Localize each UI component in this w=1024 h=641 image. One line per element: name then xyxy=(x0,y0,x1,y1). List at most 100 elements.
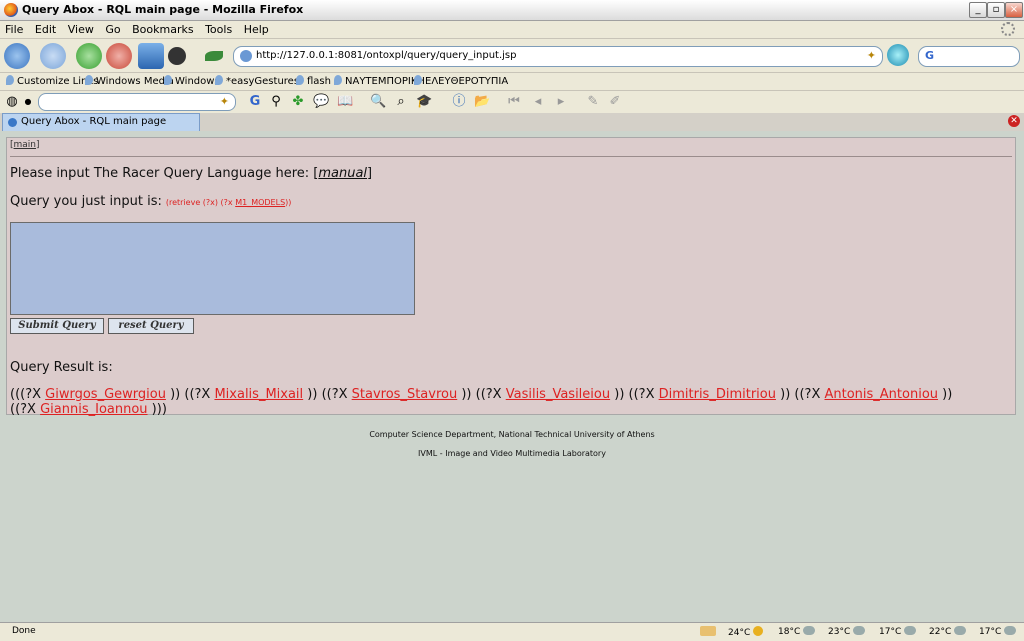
submit-query-button[interactable]: Submit Query xyxy=(10,318,104,334)
bookmark-label: flash xyxy=(307,76,331,87)
weather-temp: 17°C xyxy=(879,627,902,637)
result-prefix: ((?X xyxy=(471,387,506,402)
highlighter-icon[interactable]: ✎ xyxy=(585,94,601,110)
bookmark-windows[interactable]: Windows xyxy=(164,75,220,87)
throbber-icon xyxy=(1001,22,1015,36)
globe-icon[interactable] xyxy=(168,47,186,65)
menu-view[interactable]: View xyxy=(68,21,94,38)
close-tab-icon[interactable]: ✕ xyxy=(1008,115,1020,127)
weather-toggle-icon[interactable] xyxy=(700,626,716,636)
result-prefix: ((?X xyxy=(10,402,41,417)
tab-page-icon xyxy=(8,118,17,127)
bookmarks-toolbar: Customize Links Windows Media Windows *e… xyxy=(0,72,1024,90)
menu-bookmarks[interactable]: Bookmarks xyxy=(132,21,193,38)
result-link[interactable]: Antonis_Antoniou xyxy=(824,387,938,402)
bookmark-flash[interactable]: flash xyxy=(296,75,331,87)
menu-go[interactable]: Go xyxy=(105,21,120,38)
rain-cloud-icon xyxy=(954,626,967,635)
query-concept-link[interactable]: M1_MODELS xyxy=(235,198,285,207)
menu-file[interactable]: File xyxy=(5,21,23,38)
prev-icon[interactable]: ◂ xyxy=(530,94,546,110)
weather-night-2[interactable]: 17°C xyxy=(879,626,917,637)
leaf-icon[interactable] xyxy=(205,51,223,61)
go-button[interactable] xyxy=(887,44,909,66)
maximize-button[interactable]: ▫ xyxy=(987,2,1005,18)
result-link[interactable]: Giwrgos_Gewrgiou xyxy=(45,387,166,402)
result-suffix: )) xyxy=(303,387,318,402)
firefox-icon xyxy=(4,3,18,17)
result-link[interactable]: Giannis_Ioannou xyxy=(40,402,147,417)
result-heading: Query Result is: xyxy=(10,360,113,375)
result-prefix: (((?X xyxy=(10,387,46,402)
main-panel: [main] Please input The Racer Query Lang… xyxy=(6,137,1016,417)
query-label: Query you just input is: xyxy=(10,194,162,209)
reset-query-button[interactable]: reset Query xyxy=(108,318,194,334)
result-item: ((?X Mixalis_Mixail )) xyxy=(180,387,317,402)
next-icon[interactable]: ▸ xyxy=(553,94,569,110)
search-go-icon[interactable]: ✦ xyxy=(220,95,229,108)
query-post: )) xyxy=(285,198,292,207)
folder-icon[interactable]: 📂 xyxy=(474,94,490,110)
result-link[interactable]: Vasilis_Vasileiou xyxy=(506,387,610,402)
address-url[interactable]: http://127.0.0.1:8081/ontoxpl/query/quer… xyxy=(256,50,516,61)
menu-tools[interactable]: Tools xyxy=(205,21,232,38)
back-button[interactable] xyxy=(4,43,30,69)
graduation-cap-icon[interactable]: 🎓 xyxy=(416,94,432,110)
bookmark-star-icon[interactable]: ✦ xyxy=(867,49,876,62)
extension-toolbar: ◍ ● ✦ G ⚲ ✤ 💬 📖 🔍 ⌕ 🎓 ⓘ 📂 ⏮ ◂ ▸ ✎ ✐ xyxy=(0,90,1024,114)
result-suffix: )) xyxy=(775,387,791,402)
result-prefix: ((?X xyxy=(180,387,215,402)
extension-globe-icon[interactable]: ◍ xyxy=(4,94,20,110)
weather-day-2[interactable]: 23°C xyxy=(828,626,866,637)
info-icon[interactable]: ⓘ xyxy=(451,94,467,110)
close-window-button[interactable]: × xyxy=(1005,2,1023,18)
bookmark-page-icon[interactable]: ⚲ xyxy=(268,94,284,110)
main-link[interactable]: main xyxy=(14,140,37,150)
book-icon[interactable]: 📖 xyxy=(337,94,353,110)
speech-bubble-icon[interactable]: 💬 xyxy=(313,94,329,110)
search-box[interactable]: G xyxy=(918,46,1020,67)
search-web-icon[interactable]: ⌕ xyxy=(393,94,409,110)
breadcrumb: [main] xyxy=(10,140,40,150)
manual-link[interactable]: manual xyxy=(318,166,367,181)
forward-button[interactable] xyxy=(40,43,66,69)
reload-button[interactable] xyxy=(76,43,102,69)
menu-edit[interactable]: Edit xyxy=(35,21,56,38)
stop-button[interactable] xyxy=(106,43,132,69)
tab-query-abox[interactable]: Query Abox - RQL main page xyxy=(2,113,200,131)
weather-temp: 23°C xyxy=(828,627,851,637)
weather-today[interactable]: 24°C xyxy=(728,626,764,638)
window-title: Query Abox - RQL main page - Mozilla Fir… xyxy=(22,3,304,16)
dropdown-dot-icon[interactable]: ● xyxy=(20,94,36,110)
result-link[interactable]: Stavros_Stavrou xyxy=(352,387,458,402)
bookmark-icon xyxy=(334,75,342,85)
google-search-icon[interactable]: G xyxy=(247,94,263,110)
google-icon: G xyxy=(925,49,935,62)
bookmark-easygestures[interactable]: *easyGestures* xyxy=(215,75,304,87)
toolbar-search-input[interactable]: ✦ xyxy=(38,93,236,111)
bookmark-label: Windows Media xyxy=(96,76,174,87)
cloud-icon xyxy=(803,626,816,635)
weather-night-3[interactable]: 17°C xyxy=(979,626,1017,637)
eraser-icon[interactable]: ✐ xyxy=(607,94,623,110)
bookmark-icon xyxy=(6,75,14,85)
bookmark-eleftherotypia[interactable]: ΕΛΕΥΘΕΡΟΤΥΠΙΑ xyxy=(414,75,508,87)
result-link[interactable]: Dimitris_Dimitriou xyxy=(659,387,776,402)
weather-temp: 24°C xyxy=(728,628,751,638)
result-item: ((?X Giannis_Ioannou ))) xyxy=(10,402,167,417)
bookmark-windows-media[interactable]: Windows Media xyxy=(85,75,174,87)
result-item: ((?X Vasilis_Vasileiou )) xyxy=(472,387,625,402)
menu-help[interactable]: Help xyxy=(244,21,269,38)
address-bar[interactable]: http://127.0.0.1:8081/ontoxpl/query/quer… xyxy=(233,46,883,67)
bookmark-naftemporiki[interactable]: ΝΑΥΤΕΜΠΟΡΙΚΗ xyxy=(334,75,425,87)
minimize-button[interactable]: _ xyxy=(969,2,987,18)
rewind-icon[interactable]: ⏮ xyxy=(506,94,522,110)
result-link[interactable]: Mixalis_Mixail xyxy=(214,387,303,402)
home-button[interactable] xyxy=(138,43,164,69)
magnifier-icon[interactable]: 🔍 xyxy=(370,94,386,110)
weather-day-3[interactable]: 22°C xyxy=(929,626,967,637)
weather-night-1[interactable]: 18°C xyxy=(778,626,816,637)
query-input[interactable] xyxy=(10,222,415,315)
query-prompt: Please input The Racer Query Language he… xyxy=(10,166,372,181)
clover-icon[interactable]: ✤ xyxy=(290,94,306,110)
